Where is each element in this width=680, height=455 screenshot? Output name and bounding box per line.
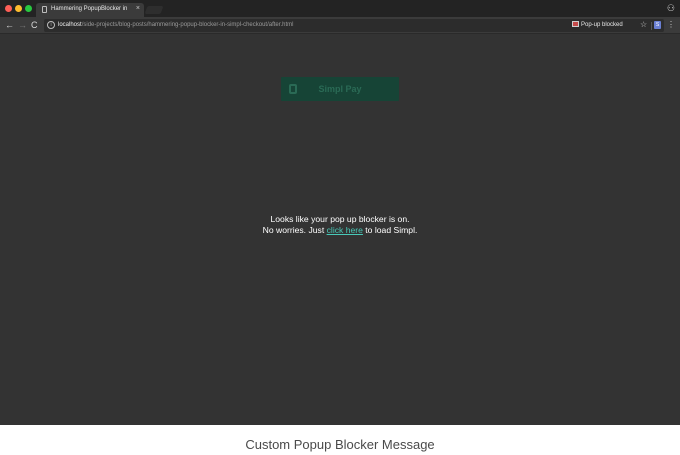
url-host: localhost <box>58 22 82 28</box>
maximize-window-button[interactable] <box>25 5 32 12</box>
menu-icon[interactable]: ⋮ <box>667 20 675 30</box>
forward-icon[interactable]: → <box>18 20 27 30</box>
url-text[interactable]: localhost/side-projects/blog-posts/hamme… <box>58 21 293 30</box>
extension-icon[interactable]: S <box>654 21 661 29</box>
page-icon <box>42 6 47 13</box>
tab-bar: Hammering PopupBlocker in S × ⚇ <box>0 0 680 17</box>
info-icon[interactable]: i <box>47 21 55 29</box>
address-bar[interactable]: i localhost/side-projects/blog-posts/ham… <box>44 19 664 32</box>
popup-blocker-message: Looks like your pop up blocker is on. No… <box>200 214 480 236</box>
close-window-button[interactable] <box>5 5 12 12</box>
popup-blocked-icon <box>572 21 579 27</box>
message-suffix: to load Simpl. <box>362 225 418 235</box>
new-tab-button[interactable] <box>144 6 164 14</box>
browser-toolbar: ← → C i localhost/side-projects/blog-pos… <box>0 17 680 34</box>
simpl-pay-button[interactable]: Simpl Pay <box>281 77 399 101</box>
simpl-pay-label: Simpl Pay <box>318 84 362 94</box>
back-icon[interactable]: ← <box>5 20 14 30</box>
popup-blocked-indicator[interactable]: Pop-up blocked <box>572 21 623 30</box>
figure-caption: Custom Popup Blocker Message <box>245 437 435 452</box>
divider <box>651 22 652 30</box>
message-line-2: No worries. Just click here to load Simp… <box>200 225 480 236</box>
tab-active[interactable]: Hammering PopupBlocker in S × <box>36 3 144 17</box>
url-path: /side-projects/blog-posts/hammering-popu… <box>81 22 294 28</box>
message-prefix: No worries. Just <box>262 225 327 235</box>
tab-title: Hammering PopupBlocker in S <box>51 6 129 12</box>
bookmark-star-icon[interactable]: ☆ <box>640 20 647 30</box>
profile-icon[interactable]: ⚇ <box>667 3 675 13</box>
minimize-window-button[interactable] <box>15 5 22 12</box>
browser-window: Hammering PopupBlocker in S × ⚇ ← → C i … <box>0 0 680 425</box>
reload-icon[interactable]: C <box>31 20 38 30</box>
message-line-1: Looks like your pop up blocker is on. <box>270 214 410 224</box>
tab-close-icon[interactable]: × <box>136 4 140 14</box>
click-here-link[interactable]: click here <box>327 225 363 235</box>
popup-blocked-label: Pop-up blocked <box>581 22 623 28</box>
